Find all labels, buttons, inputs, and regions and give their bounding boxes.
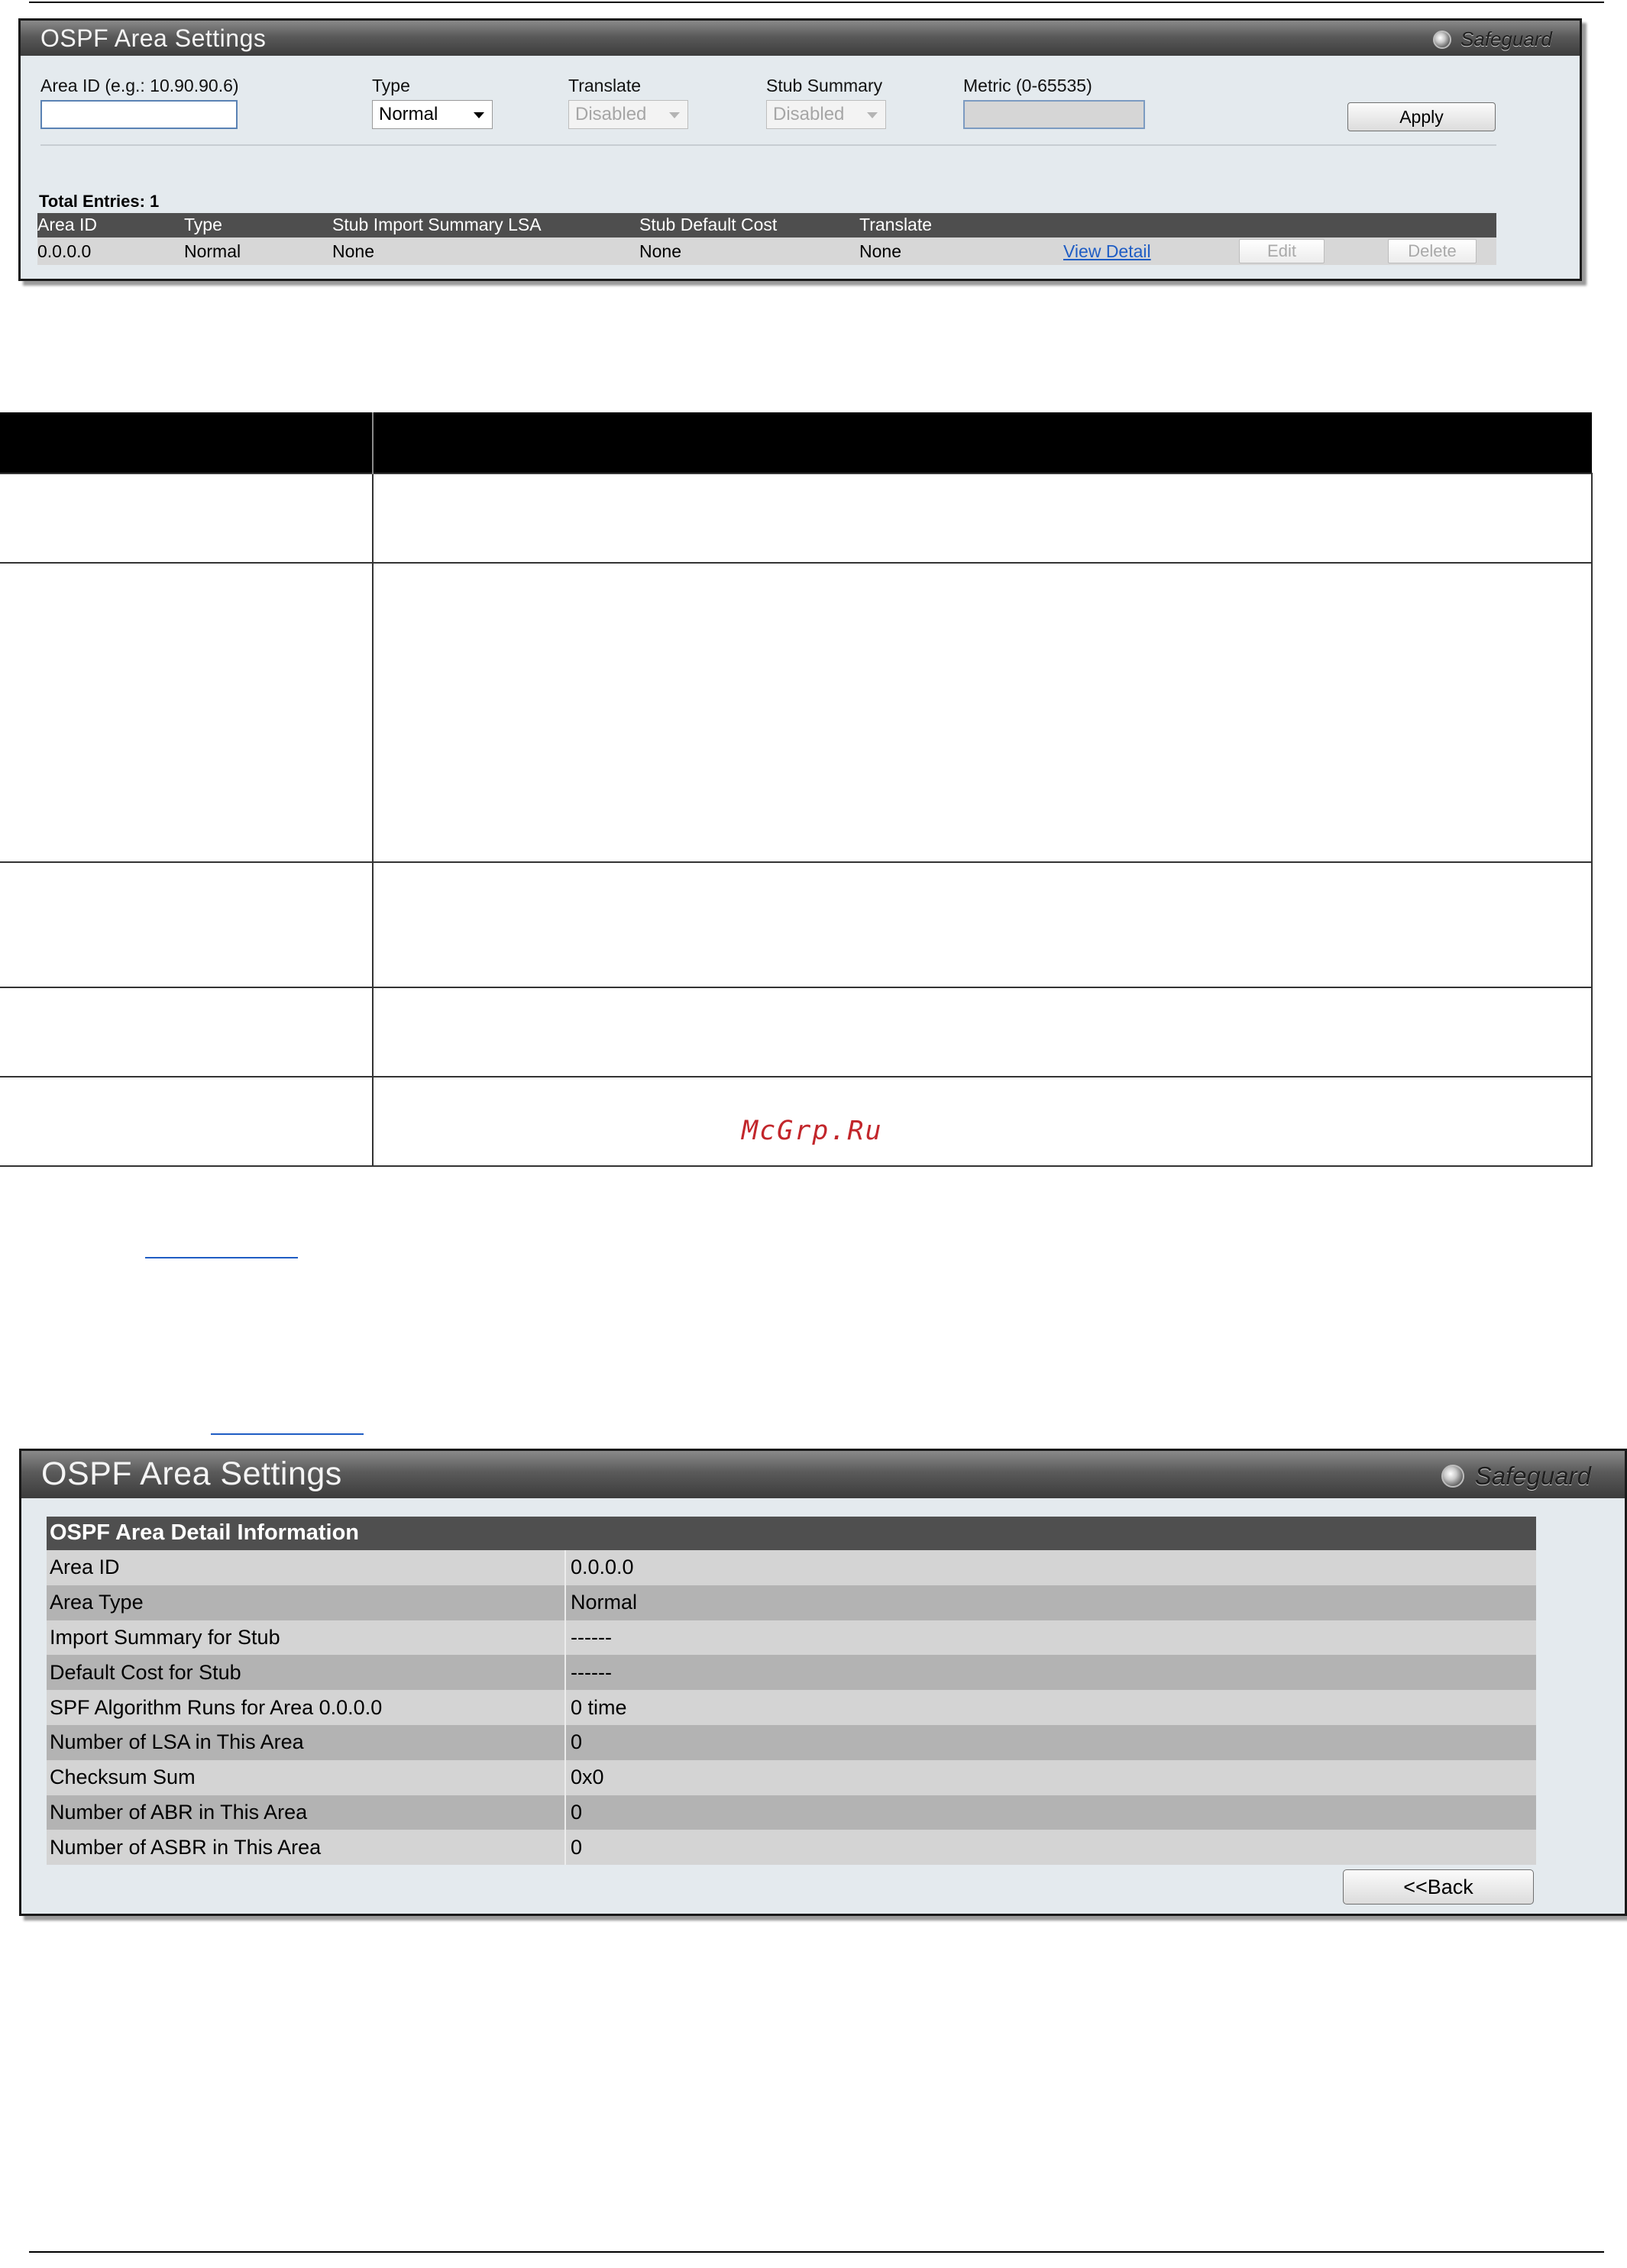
ospf-area-settings-panel: OSPF Area Settings Safeguard Area ID (e.… <box>18 18 1582 281</box>
panel-title: OSPF Area Settings <box>41 1455 342 1492</box>
stub-summary-label: Stub Summary <box>766 76 883 95</box>
detail-value: 0 <box>571 1835 583 1859</box>
safeguard-icon <box>1433 30 1452 49</box>
detail-value: 0.0.0.0 <box>571 1556 634 1579</box>
view-detail-link[interactable]: View Detail <box>1063 241 1151 262</box>
ospf-area-detail-panel: OSPF Area Settings Safeguard OSPF Area D… <box>19 1449 1627 1916</box>
safeguard-label: Safeguard <box>1460 27 1552 50</box>
detail-label: Number of ASBR in This Area <box>47 1830 566 1866</box>
edit-button[interactable]: Edit <box>1239 239 1325 263</box>
safeguard-indicator[interactable]: Safeguard <box>1433 27 1552 51</box>
area-id-input[interactable] <box>40 100 238 129</box>
parameter-cell <box>0 861 374 988</box>
hyperlink-underline[interactable] <box>211 1433 364 1435</box>
delete-button[interactable]: Delete <box>1388 239 1477 263</box>
column-header: Translate <box>859 215 933 234</box>
detail-row: Number of LSA in This Area 0 <box>47 1724 1536 1760</box>
parameter-cell <box>0 473 374 564</box>
detail-row: Area ID 0.0.0.0 <box>47 1550 1536 1585</box>
parameter-column-header <box>0 412 374 473</box>
panel-header: OSPF Area Settings Safeguard <box>21 21 1580 56</box>
parameter-cell <box>0 562 374 863</box>
detail-value: 0 <box>571 1800 583 1824</box>
detail-row: Number of ABR in This Area 0 <box>47 1795 1536 1830</box>
cell-stub-import-summary: None <box>332 241 374 261</box>
type-select-value: Normal <box>379 104 438 124</box>
translate-label: Translate <box>568 76 642 95</box>
apply-button[interactable]: Apply <box>1347 102 1496 131</box>
detail-label: Area Type <box>47 1585 566 1620</box>
form-divider <box>40 144 1496 146</box>
parameter-cell <box>0 987 374 1077</box>
column-header: Area ID <box>37 215 97 234</box>
column-header: Stub Import Summary LSA <box>332 215 542 234</box>
watermark: McGrp.Ru <box>742 1116 883 1146</box>
panel-header: OSPF Area Settings Safeguard <box>21 1451 1625 1498</box>
hyperlink-underline[interactable] <box>145 1257 298 1258</box>
column-header: Stub Default Cost <box>639 215 778 234</box>
table-row <box>0 473 1593 564</box>
detail-label: Number of ABR in This Area <box>47 1795 566 1830</box>
chevron-down-icon <box>867 112 878 118</box>
metric-input[interactable] <box>963 100 1145 129</box>
safeguard-icon <box>1441 1465 1464 1488</box>
chevron-down-icon <box>669 112 680 118</box>
safeguard-label: Safeguard <box>1474 1462 1591 1490</box>
detail-table-title: OSPF Area Detail Information <box>47 1517 1536 1550</box>
description-cell <box>372 562 1593 863</box>
detail-label: Area ID <box>47 1550 566 1585</box>
description-cell <box>372 987 1593 1077</box>
cell-type: Normal <box>184 241 241 261</box>
description-cell <box>372 473 1593 564</box>
table-row <box>0 861 1593 988</box>
detail-value: 0 <box>571 1730 583 1754</box>
bottom-rule <box>29 2251 1604 2253</box>
description-cell <box>372 1076 1593 1167</box>
total-entries: Total Entries: 1 <box>39 192 160 211</box>
safeguard-indicator[interactable]: Safeguard <box>1441 1462 1591 1491</box>
back-button[interactable]: <<Back <box>1343 1869 1534 1905</box>
table-row: 0.0.0.0 Normal None None None View Detai… <box>37 237 1496 265</box>
table-header-row <box>0 412 1592 473</box>
type-label: Type <box>372 76 410 95</box>
detail-value: 0 time <box>571 1695 627 1719</box>
detail-label: Checksum Sum <box>47 1759 566 1795</box>
detail-row: Import Summary for Stub ------ <box>47 1620 1536 1656</box>
cell-translate: None <box>859 241 901 261</box>
detail-row: Checksum Sum 0x0 <box>47 1759 1536 1795</box>
description-column-header <box>373 412 1592 473</box>
detail-label: SPF Algorithm Runs for Area 0.0.0.0 <box>47 1690 566 1725</box>
detail-value: ------ <box>571 1625 612 1649</box>
detail-row: Area Type Normal <box>47 1585 1536 1620</box>
type-select[interactable]: Normal <box>372 100 493 129</box>
parameter-description-table <box>0 412 1593 1167</box>
chevron-down-icon <box>474 112 484 118</box>
translate-select[interactable]: Disabled <box>568 100 688 129</box>
detail-label: Default Cost for Stub <box>47 1655 566 1691</box>
cell-area-id: 0.0.0.0 <box>37 241 92 261</box>
translate-select-value: Disabled <box>575 104 647 124</box>
top-rule <box>29 2 1604 3</box>
detail-label: Import Summary for Stub <box>47 1620 566 1656</box>
detail-value: Normal <box>571 1591 638 1614</box>
cell-stub-default-cost: None <box>639 241 681 261</box>
column-header: Type <box>184 215 222 234</box>
description-cell <box>372 861 1593 988</box>
table-row <box>0 562 1593 863</box>
detail-value: ------ <box>571 1660 612 1684</box>
detail-row: SPF Algorithm Runs for Area 0.0.0.0 0 tim… <box>47 1690 1536 1725</box>
detail-row: Default Cost for Stub ------ <box>47 1655 1536 1691</box>
detail-label: Number of LSA in This Area <box>47 1724 566 1760</box>
detail-row: Number of ASBR in This Area 0 <box>47 1830 1536 1866</box>
table-row <box>0 987 1593 1077</box>
area-id-label: Area ID (e.g.: 10.90.90.6) <box>40 76 239 95</box>
stub-summary-select-value: Disabled <box>773 104 845 124</box>
panel-title: OSPF Area Settings <box>40 24 267 52</box>
metric-label: Metric (0-65535) <box>963 76 1092 95</box>
area-table-header: Area ID Type Stub Import Summary LSA Stu… <box>37 213 1496 237</box>
detail-value: 0x0 <box>571 1766 604 1789</box>
parameter-cell <box>0 1076 374 1167</box>
stub-summary-select[interactable]: Disabled <box>766 100 886 129</box>
area-detail-table: OSPF Area Detail Information Area ID 0.0.… <box>47 1517 1536 1866</box>
